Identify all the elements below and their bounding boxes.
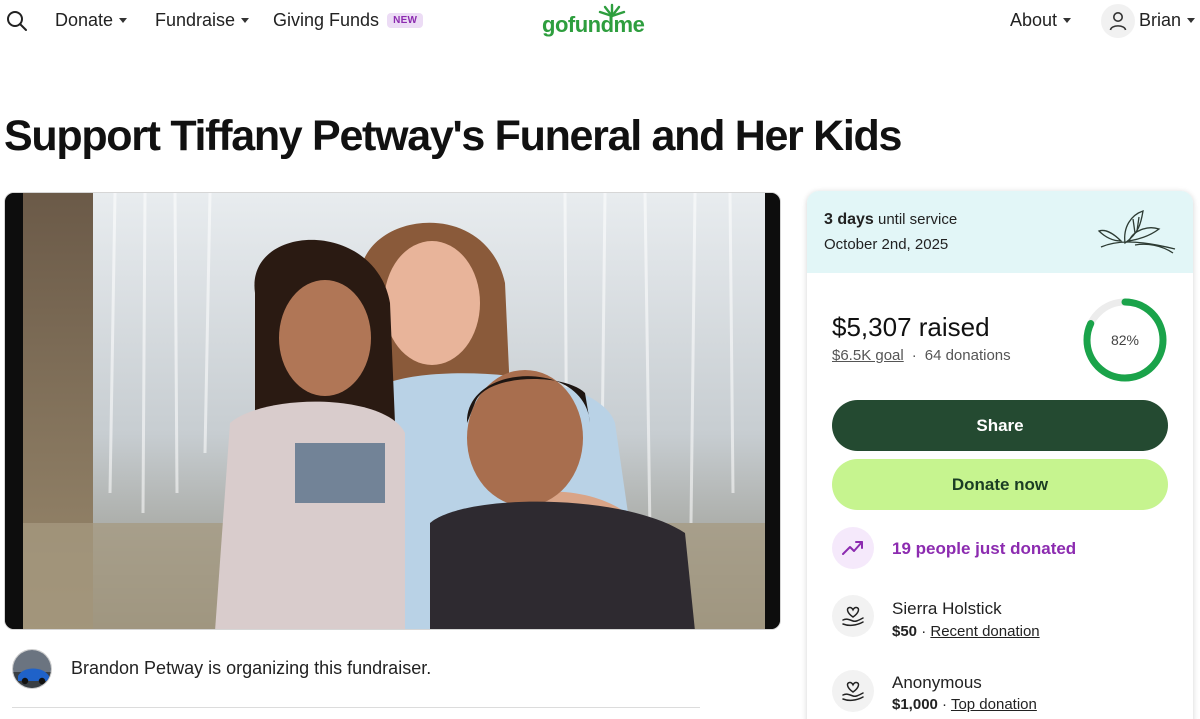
donate-now-button[interactable]: Donate now	[832, 459, 1168, 510]
donor-amount: $1,000	[892, 696, 938, 713]
user-name-label: Brian	[1139, 10, 1182, 30]
service-countdown: 3 days until service	[824, 211, 957, 229]
donor-avatar	[832, 670, 874, 712]
recent-donors-count[interactable]: 19 people just donated	[892, 539, 1076, 559]
section-divider	[12, 707, 700, 708]
organizer-avatar[interactable]	[12, 649, 52, 689]
amount-raised: $5,307 raised	[832, 312, 990, 342]
lily-flower-icon	[1097, 210, 1176, 254]
organizer-text: Brandon Petway is organizing this fundra…	[71, 658, 432, 678]
nav-about-label: About	[1010, 10, 1058, 30]
campaign-photo[interactable]	[4, 192, 781, 630]
service-days-count: 3 days	[824, 211, 874, 228]
chevron-down-icon	[1063, 18, 1072, 23]
chevron-down-icon	[119, 18, 128, 23]
nav-fundraise-label: Fundraise	[155, 10, 236, 30]
trending-up-icon	[842, 541, 863, 555]
campaign-photo-image	[5, 193, 780, 629]
service-date: October 2nd, 2025	[824, 236, 949, 253]
service-banner: 3 days until service October 2nd, 2025	[807, 191, 1193, 273]
donor-name: Anonymous	[892, 673, 982, 692]
nav-about-menu[interactable]: About	[1010, 10, 1072, 31]
donor-name: Sierra Holstick	[892, 599, 1002, 618]
goal-link[interactable]: $6.5K goal	[832, 347, 904, 364]
goal-separator: ·	[911, 347, 917, 364]
page-title: Support Tiffany Petway's Funeral and Her…	[4, 112, 902, 160]
nav-giving-funds-link[interactable]: Giving Funds NEW	[273, 10, 424, 31]
new-badge: NEW	[387, 13, 424, 28]
nav-donate-menu[interactable]: Donate	[55, 10, 128, 31]
donation-card: 3 days until service October 2nd, 2025 $…	[807, 191, 1193, 719]
donor-meta: $1,000 · Top donation	[892, 696, 1037, 713]
search-icon[interactable]	[6, 10, 28, 32]
user-icon	[1109, 12, 1127, 31]
chevron-down-icon	[1187, 18, 1196, 23]
gofundme-logo[interactable]: gofundme	[542, 2, 658, 42]
logo-wordmark: gofundme	[542, 12, 645, 37]
donor-tag-link[interactable]: Top donation	[951, 696, 1037, 713]
donor-separator: ·	[937, 696, 951, 713]
heart-hand-icon	[842, 606, 864, 627]
progress-percent: 82%	[1110, 332, 1140, 348]
nav-giving-funds-label: Giving Funds	[273, 10, 380, 30]
heart-hand-icon	[842, 681, 864, 702]
nav-donate-label: Donate	[55, 10, 114, 30]
donor-avatar	[832, 595, 874, 637]
nav-user-menu[interactable]: Brian	[1139, 10, 1196, 31]
donor-amount: $50	[892, 623, 918, 640]
donor-tag-link[interactable]: Recent donation	[930, 623, 1039, 640]
share-button[interactable]: Share	[832, 400, 1168, 451]
donation-count: 64 donations	[924, 347, 1011, 364]
donor-meta: $50 · Recent donation	[892, 623, 1040, 640]
service-until-label: until service	[877, 211, 958, 228]
organizer-avatar-image	[13, 650, 51, 688]
donor-separator: ·	[917, 623, 931, 640]
top-navigation: Donate Fundraise Giving Funds NEW gofund…	[0, 0, 1200, 44]
user-avatar[interactable]	[1101, 4, 1135, 38]
chevron-down-icon	[241, 18, 250, 23]
goal-line: $6.5K goal · 64 donations	[832, 347, 1011, 364]
trend-badge	[832, 527, 874, 569]
nav-fundraise-menu[interactable]: Fundraise	[155, 10, 250, 31]
